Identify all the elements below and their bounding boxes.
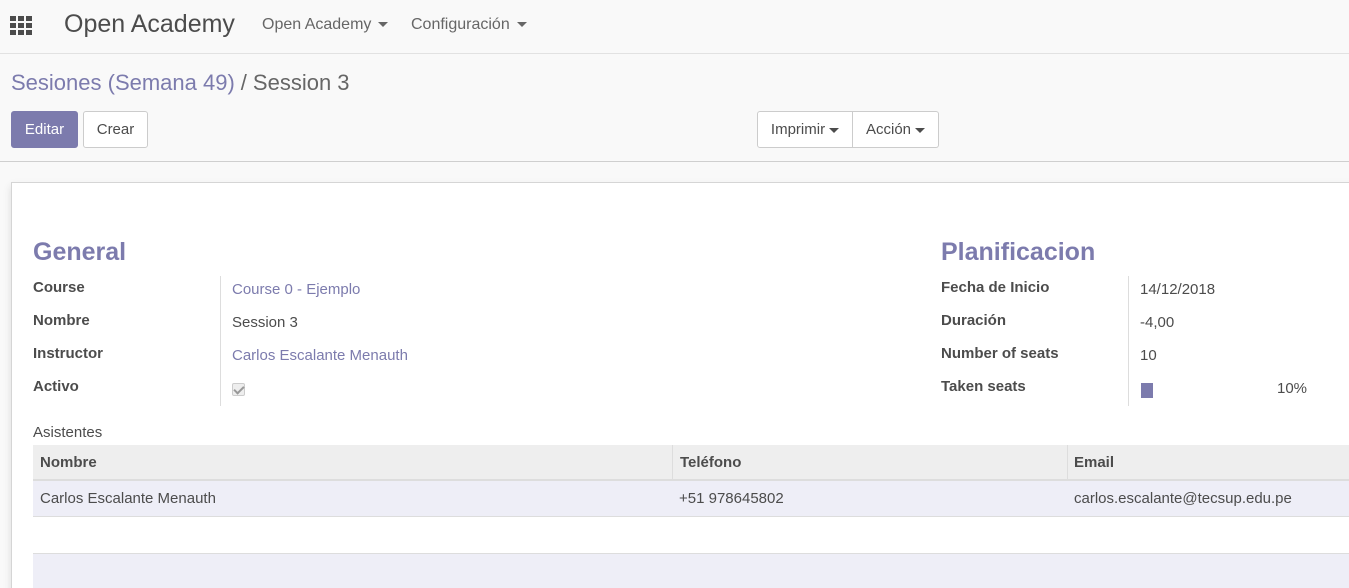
print-label: Imprimir <box>770 121 826 138</box>
start-date-label: Fecha de Inicio <box>941 279 1050 296</box>
top-navbar: Open Academy Open Academy Configuración <box>0 0 1349 54</box>
apps-grid-icon[interactable] <box>10 16 32 36</box>
table-empty-area <box>33 553 1349 588</box>
start-date-value: 14/12/2018 <box>1140 281 1216 298</box>
course-link[interactable]: Course 0 - Ejemplo <box>232 281 360 298</box>
instructor-label: Instructor <box>33 345 104 362</box>
breadcrumb-parent-link[interactable]: Sesiones (Semana 49) <box>11 70 235 95</box>
column-divider <box>1067 445 1068 481</box>
planning-group-title: Planificacion <box>941 238 1096 266</box>
instructor-link[interactable]: Carlos Escalante Menauth <box>232 347 408 364</box>
caret-down-icon <box>516 22 527 28</box>
control-panel: Sesiones (Semana 49) / Session 3 Editar Cr… <box>0 55 1349 162</box>
create-button[interactable]: Crear <box>83 111 148 148</box>
attendees-label: Asistentes <box>33 424 103 441</box>
taken-seats-label: Taken seats <box>941 378 1026 395</box>
taken-seats-percent: 10% <box>1277 380 1308 397</box>
action-dropdown-button[interactable]: Acción <box>853 111 939 148</box>
caret-down-icon <box>915 127 926 133</box>
caret-down-icon <box>378 22 389 28</box>
column-header-phone[interactable]: Teléfono <box>680 454 741 471</box>
attendee-email: carlos.escalante@tecsup.edu.pe <box>1074 490 1292 507</box>
attendee-phone: +51 978645802 <box>679 490 784 507</box>
menu-label: Configuración <box>411 16 510 33</box>
table-row[interactable]: Carlos Escalante Menauth +51 978645802 c… <box>33 481 1349 517</box>
name-value: Session 3 <box>232 314 298 331</box>
course-label: Course <box>33 279 85 296</box>
field-divider <box>220 276 221 406</box>
print-dropdown-button[interactable]: Imprimir <box>757 111 853 148</box>
breadcrumb-current: Session 3 <box>252 70 350 95</box>
seats-label: Number of seats <box>941 345 1059 362</box>
column-header-name[interactable]: Nombre <box>40 454 97 471</box>
field-divider <box>1128 276 1129 406</box>
seats-value: 10 <box>1140 347 1157 364</box>
caret-down-icon <box>829 127 840 133</box>
action-label: Acción <box>865 121 912 138</box>
menu-label: Open Academy <box>262 16 372 33</box>
column-header-email[interactable]: Email <box>1074 454 1114 471</box>
duration-value: -4,00 <box>1140 314 1175 331</box>
menu-open-academy[interactable]: Open Academy <box>262 16 389 34</box>
breadcrumb: Sesiones (Semana 49) / Session 3 <box>11 70 350 96</box>
taken-seats-progress-bar <box>1141 383 1153 398</box>
attendees-table-header: Nombre Teléfono Email <box>33 445 1349 481</box>
form-sheet: General Course Course 0 - Ejemplo Nombre… <box>11 182 1349 588</box>
menu-configuracion[interactable]: Configuración <box>411 16 527 34</box>
name-label: Nombre <box>33 312 90 329</box>
active-checkbox <box>232 383 245 396</box>
general-group-title: General <box>33 238 127 266</box>
column-divider <box>672 445 673 481</box>
attendee-name: Carlos Escalante Menauth <box>40 490 216 507</box>
duration-label: Duración <box>941 312 1007 329</box>
active-label: Activo <box>33 378 79 395</box>
app-brand: Open Academy <box>64 10 235 38</box>
edit-button[interactable]: Editar <box>11 111 78 148</box>
breadcrumb-separator: / <box>240 70 247 95</box>
